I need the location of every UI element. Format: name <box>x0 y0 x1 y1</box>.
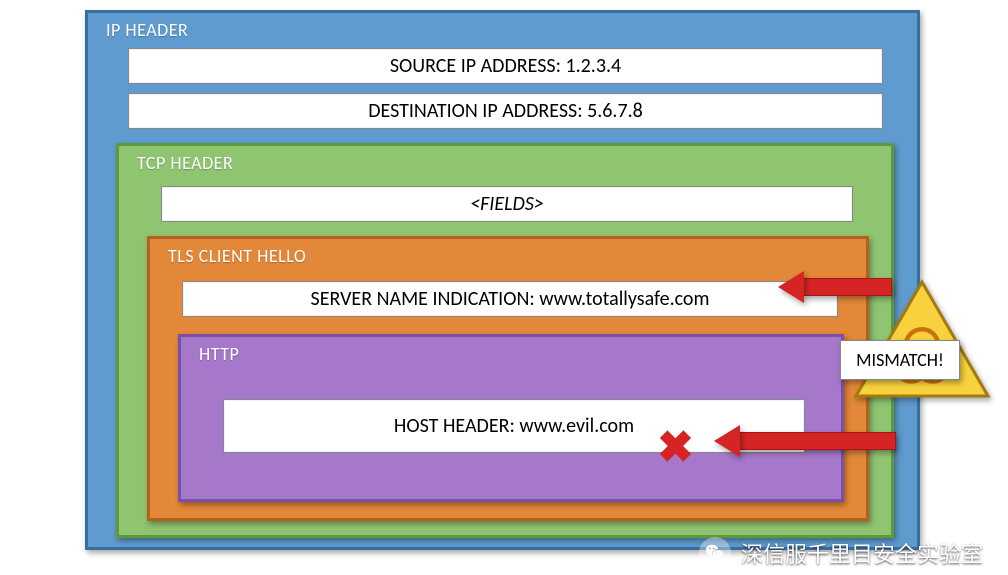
tls-client-hello-layer: TLS CLIENT HELLO SERVER NAME INDICATION:… <box>147 236 869 521</box>
footer-text: 深信服千里目安全实验室 <box>741 537 983 569</box>
http-title: HTTP <box>199 343 239 365</box>
destination-ip-field: DESTINATION IP ADDRESS: 5.6.7.8 <box>128 93 883 129</box>
tcp-fields-placeholder: <FIELDS> <box>161 186 853 222</box>
http-layer: HTTP HOST HEADER: www.evil.com <box>178 334 844 502</box>
mismatch-label: MISMATCH! <box>840 340 960 380</box>
sni-field: SERVER NAME INDICATION: www.totallysafe.… <box>182 281 838 317</box>
ip-header-title: IP HEADER <box>106 19 188 41</box>
tls-title: TLS CLIENT HELLO <box>168 245 306 267</box>
tcp-header-title: TCP HEADER <box>137 152 233 174</box>
source-ip-field: SOURCE IP ADDRESS: 1.2.3.4 <box>128 48 883 84</box>
footer-watermark: 深信服千里目安全实验室 <box>699 537 983 569</box>
tcp-header-layer: TCP HEADER <FIELDS> TLS CLIENT HELLO SER… <box>116 143 894 538</box>
wechat-icon <box>699 537 731 569</box>
